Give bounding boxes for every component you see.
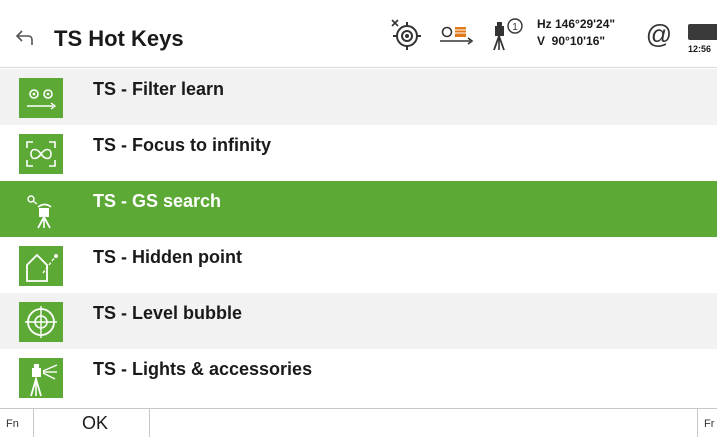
ok-button[interactable]: OK [34,409,149,437]
fn-key-left[interactable]: Fn [6,418,19,430]
instrument-face-icon[interactable]: 1 [484,0,528,68]
list-item-label: TS - Level bubble [93,303,243,323]
hotkey-list: TS - Filter learn TS - Focus to infinity… [0,69,717,405]
search-status-icon[interactable] [436,0,476,68]
clock-time: 12:56 [688,44,712,54]
angle-v: V 90°10'16" [537,34,606,48]
back-arrow-icon[interactable] [10,22,40,52]
lights-accessories-icon [19,358,63,398]
battery-icon [688,24,717,40]
prism-target-icon[interactable] [386,0,426,68]
list-item-filter-learn[interactable]: TS - Filter learn [0,69,717,125]
hidden-point-icon [19,246,63,286]
angle-readout: Hz 146°29'24" V 90°10'16" [537,16,615,50]
connection-status-icon[interactable]: @ [642,0,676,68]
filter-learn-icon [19,78,63,118]
battery-status[interactable]: 12:56 [688,12,717,62]
list-item-label: TS - Filter learn [93,79,225,99]
softkey-divider [149,409,150,437]
page-title: TS Hot Keys [54,26,184,51]
fn-key-right[interactable]: Fr [704,418,714,430]
list-item-level-bubble[interactable]: TS - Level bubble [0,293,717,349]
list-item-label: TS - Lights & accessories [93,359,313,379]
focus-infinity-icon [19,134,63,174]
list-item-hidden-point[interactable]: TS - Hidden point [0,237,717,293]
list-item-label: TS - Focus to infinity [93,135,271,155]
title-bar: TS Hot Keys 1 Hz 146°29'24" V 90°10'16" … [0,0,717,68]
gs-search-icon [19,190,63,230]
softkey-divider [697,409,698,437]
svg-text:1: 1 [512,22,518,33]
list-item-gs-search[interactable]: TS - GS search [0,181,717,237]
list-item-lights-accessories[interactable]: TS - Lights & accessories [0,349,717,405]
angle-hz: Hz 146°29'24" [537,17,616,31]
softkey-bar: Fn OK Fr [0,408,717,437]
list-item-label: TS - GS search [93,191,222,211]
level-bubble-icon [19,302,63,342]
list-item-label: TS - Hidden point [93,247,242,267]
list-item-focus-infinity[interactable]: TS - Focus to infinity [0,125,717,181]
